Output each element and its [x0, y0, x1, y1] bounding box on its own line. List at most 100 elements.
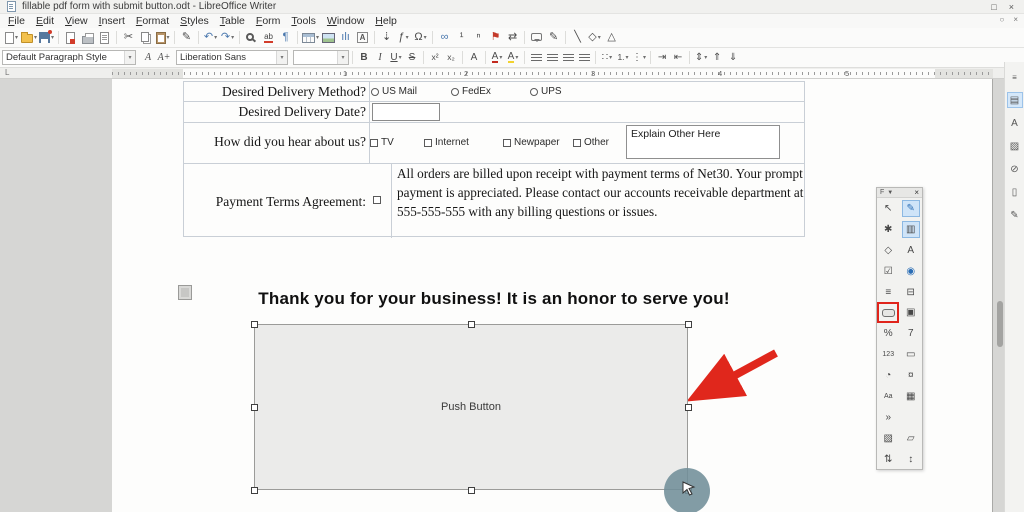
image-control-icon[interactable]: ▧ — [879, 430, 897, 447]
radio-fedex[interactable]: FedEx — [451, 86, 491, 97]
superscript-button[interactable]: x² — [427, 49, 443, 66]
radio-ups[interactable]: UPS — [530, 86, 562, 97]
label-field-icon[interactable]: ◇ — [879, 242, 897, 259]
undo-button[interactable]: ↶▾ — [202, 29, 219, 47]
increase-paragraph-spacing-button[interactable]: ⇑ — [709, 49, 725, 66]
redo-button[interactable]: ↷▾ — [219, 29, 236, 47]
navigation-bar-icon[interactable]: » — [879, 409, 897, 426]
radio-button-icon[interactable] — [530, 88, 538, 96]
radio-button-icon[interactable] — [371, 88, 379, 96]
resize-handle-bottom-center[interactable] — [468, 487, 475, 494]
menu-styles[interactable]: Styles — [180, 15, 209, 27]
resize-handle-bottom-left[interactable] — [251, 487, 258, 494]
decrease-paragraph-spacing-button[interactable]: ⇓ — [725, 49, 741, 66]
menu-help[interactable]: Help — [375, 15, 397, 27]
new-style-button[interactable]: A+ — [156, 49, 172, 66]
sidebar-settings-icon[interactable]: ≡ — [1007, 69, 1023, 85]
justify-button[interactable] — [576, 49, 592, 66]
checkbox-newpaper[interactable]: Newpaper — [503, 137, 560, 148]
decrease-indent-button[interactable]: ⇤ — [670, 49, 686, 66]
new-document-button[interactable]: ▾ — [3, 29, 20, 47]
checkbox-internet[interactable]: Internet — [424, 137, 469, 148]
endnote-button[interactable]: ⁿ — [470, 29, 487, 47]
basic-shapes-button[interactable]: ◇▾ — [586, 29, 603, 47]
date-field-icon[interactable]: 7 — [902, 325, 920, 342]
print-button[interactable] — [79, 29, 96, 47]
push-button-control[interactable]: Push Button — [254, 324, 688, 490]
close-window-button[interactable]: × — [1009, 2, 1014, 12]
form-design-icon[interactable]: ▥ — [902, 221, 920, 238]
align-left-button[interactable] — [528, 49, 544, 66]
file-selection-icon[interactable]: ▱ — [902, 430, 920, 447]
sidebar-navigator-icon[interactable]: ⊘ — [1007, 161, 1023, 177]
table-control-icon[interactable]: ▦ — [902, 388, 920, 405]
menu-file[interactable]: File — [8, 15, 25, 27]
insert-image-button[interactable] — [320, 29, 337, 47]
scrollbar-tool-icon[interactable]: ↕ — [902, 451, 920, 468]
spelling-button[interactable]: ab — [260, 29, 277, 47]
hyperlink-button[interactable]: ∞ — [436, 29, 453, 47]
subscript-button[interactable]: x₂ — [443, 49, 459, 66]
combo-box-tool-icon[interactable]: ⊟ — [902, 284, 920, 301]
checkbox-tv[interactable]: TV — [370, 137, 394, 148]
insert-field-button[interactable]: ƒ▾ — [395, 29, 412, 47]
toolbar-menu-icon[interactable]: ▼ — [887, 190, 893, 196]
clear-formatting-button[interactable]: A — [466, 49, 482, 66]
resize-handle-middle-left[interactable] — [251, 404, 258, 411]
explain-other-textarea[interactable]: Explain Other Here — [626, 125, 780, 159]
checkbox-icon[interactable] — [370, 139, 378, 147]
sidebar-page-icon[interactable]: ▯ — [1007, 184, 1023, 200]
push-button-tool-icon[interactable] — [879, 304, 897, 321]
check-box-tool-icon[interactable]: ☑ — [879, 263, 897, 280]
show-draw-functions-button[interactable]: △ — [603, 29, 620, 47]
checkbox-icon[interactable] — [424, 139, 432, 147]
increase-indent-button[interactable]: ⇥ — [654, 49, 670, 66]
italic-button[interactable]: I — [372, 49, 388, 66]
insert-textbox-button[interactable]: A — [354, 29, 371, 47]
clone-formatting-button[interactable]: ✎ — [178, 29, 195, 47]
group-box-icon[interactable]: ▭ — [902, 346, 920, 363]
align-right-button[interactable] — [560, 49, 576, 66]
image-button-tool-icon[interactable]: ▣ — [902, 304, 920, 321]
cut-button[interactable]: ✂ — [120, 29, 137, 47]
design-mode-icon[interactable]: ✎ — [902, 200, 920, 217]
underline-button[interactable]: U▾ — [388, 49, 404, 66]
sidebar-properties-icon[interactable]: ▤ — [1007, 92, 1023, 108]
list-box-tool-icon[interactable]: ≡ — [879, 284, 897, 301]
close-document-button[interactable]: × — [1013, 15, 1018, 24]
vertical-scrollbar[interactable] — [997, 301, 1003, 347]
menu-form[interactable]: Form — [256, 15, 281, 27]
delivery-date-input[interactable] — [372, 103, 440, 121]
numerical-field-icon[interactable]: 123 — [879, 346, 897, 363]
align-center-button[interactable] — [544, 49, 560, 66]
currency-field-icon[interactable]: ¤ — [902, 367, 920, 384]
document-page[interactable]: Desired Delivery Method? US Mail FedEx U… — [112, 79, 993, 512]
menu-format[interactable]: Format — [136, 15, 169, 27]
paste-button[interactable]: ▾ — [154, 29, 171, 47]
line-spacing-button[interactable]: ⇕▾ — [693, 49, 709, 66]
bullet-list-button[interactable]: ∷▾ — [599, 49, 615, 66]
sidebar-inspector-icon[interactable]: ✎ — [1007, 207, 1023, 223]
insert-table-button[interactable]: ▾ — [301, 29, 320, 47]
formatting-marks-button[interactable]: ¶ — [277, 29, 294, 47]
radio-button-icon[interactable] — [451, 88, 459, 96]
horizontal-ruler[interactable]: 1 2 3 4 5 — [112, 69, 993, 78]
sidebar-styles-icon[interactable]: A — [1007, 115, 1023, 131]
pattern-field-icon[interactable]: Aa — [879, 388, 897, 405]
payment-terms-checkbox[interactable] — [373, 196, 381, 204]
checkbox-icon[interactable] — [573, 139, 581, 147]
menu-view[interactable]: View — [65, 15, 88, 27]
menu-insert[interactable]: Insert — [99, 15, 125, 27]
resize-handle-middle-right[interactable] — [685, 404, 692, 411]
font-name-select[interactable]: Liberation Sans ▾ — [176, 50, 288, 65]
track-changes-button[interactable]: ✎ — [545, 29, 562, 47]
formatted-field-icon[interactable]: % — [879, 325, 897, 342]
form-controls-titlebar[interactable]: F ▼ × — [877, 188, 922, 198]
cross-reference-button[interactable]: ⇄ — [504, 29, 521, 47]
insert-comment-button[interactable] — [528, 29, 545, 47]
insert-line-button[interactable]: ╲ — [569, 29, 586, 47]
footnote-button[interactable]: ¹ — [453, 29, 470, 47]
spin-button-icon[interactable]: ⇅ — [879, 451, 897, 468]
save-button[interactable]: ▾ — [38, 29, 55, 47]
update-style-button[interactable]: A — [140, 49, 156, 66]
